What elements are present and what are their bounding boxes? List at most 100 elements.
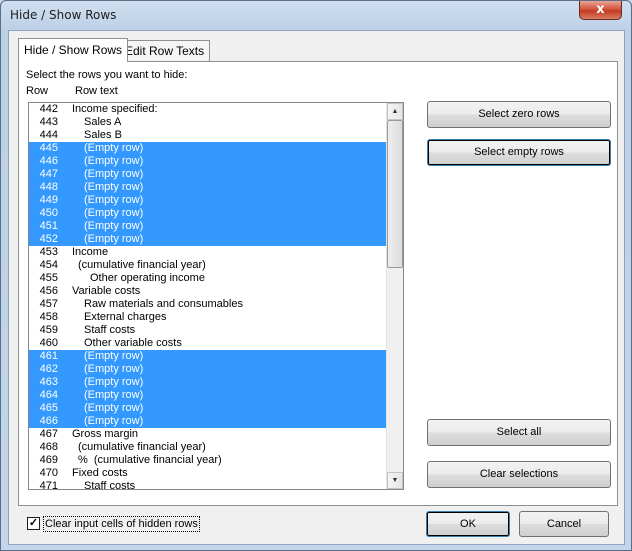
list-item[interactable]: 446 (Empty row) [29, 155, 387, 168]
list-item[interactable]: 458 External charges [29, 311, 387, 324]
tab-edit-row-texts[interactable]: Edit Row Texts [119, 40, 211, 62]
row-number: 454 [39, 259, 58, 271]
list-item[interactable]: 447 (Empty row) [29, 168, 387, 181]
row-text: (Empty row) [84, 389, 144, 401]
row-number: 467 [39, 428, 58, 440]
list-item[interactable]: 457 Raw materials and consumables [29, 298, 387, 311]
row-number: 452 [39, 233, 58, 245]
row-number: 466 [39, 415, 58, 427]
scroll-down-button[interactable]: ▼ [387, 472, 403, 489]
row-number: 448 [39, 181, 58, 193]
row-number: 470 [39, 467, 58, 479]
clear-input-cells-label[interactable]: Clear input cells of hidden rows [43, 516, 200, 532]
ok-button[interactable]: OK [426, 511, 510, 537]
list-item[interactable]: 445 (Empty row) [29, 142, 387, 155]
row-number: 444 [39, 129, 58, 141]
close-button[interactable]: x [579, 1, 622, 20]
list-item[interactable]: 465 (Empty row) [29, 402, 387, 415]
row-number: 450 [39, 207, 58, 219]
row-number: 456 [39, 285, 58, 297]
row-text: (Empty row) [84, 363, 144, 375]
row-number: 455 [39, 272, 58, 284]
list-item[interactable]: 459 Staff costs [29, 324, 387, 337]
list-item[interactable]: 452 (Empty row) [29, 233, 387, 246]
list-item[interactable]: 442 Income specified: [29, 103, 387, 116]
clear-selections-button[interactable]: Clear selections [427, 461, 611, 488]
clear-input-cells-checkbox[interactable]: ✓ [27, 517, 40, 530]
column-header-row-text: Row text [75, 85, 118, 97]
row-number: 465 [39, 402, 58, 414]
select-empty-rows-button[interactable]: Select empty rows [427, 139, 611, 166]
list-item[interactable]: 467 Gross margin [29, 428, 387, 441]
list-item[interactable]: 454 (cumulative financial year) [29, 259, 387, 272]
row-text: % (cumulative financial year) [78, 454, 222, 466]
select-zero-rows-button[interactable]: Select zero rows [427, 101, 611, 128]
row-text: (Empty row) [84, 415, 144, 427]
list-item[interactable]: 463 (Empty row) [29, 376, 387, 389]
list-item[interactable]: 448 (Empty row) [29, 181, 387, 194]
scroll-thumb[interactable] [387, 120, 403, 268]
row-text: Gross margin [72, 428, 139, 440]
row-text: Income [72, 246, 109, 258]
list-item[interactable]: 468 (cumulative financial year) [29, 441, 387, 454]
arrow-up-icon: ▲ [391, 108, 399, 115]
cancel-button[interactable]: Cancel [519, 511, 609, 537]
scroll-up-button[interactable]: ▲ [387, 103, 403, 120]
list-item[interactable]: 455 Other operating income [29, 272, 387, 285]
row-text: Staff costs [84, 480, 136, 490]
row-text: Sales B [84, 129, 122, 141]
row-number: 457 [39, 298, 58, 310]
list-item[interactable]: 443 Sales A [29, 116, 387, 129]
list-item[interactable]: 453 Income [29, 246, 387, 259]
list-item[interactable]: 451 (Empty row) [29, 220, 387, 233]
row-text: (Empty row) [84, 350, 144, 362]
row-number: 458 [39, 311, 58, 323]
list-item[interactable]: 444 Sales B [29, 129, 387, 142]
list-item[interactable]: 450 (Empty row) [29, 207, 387, 220]
arrow-down-icon: ▼ [391, 477, 399, 484]
select-all-button[interactable]: Select all [427, 419, 611, 446]
list-item[interactable]: 461 (Empty row) [29, 350, 387, 363]
row-text: External charges [84, 311, 167, 323]
row-text: (Empty row) [84, 376, 144, 388]
row-number: 459 [39, 324, 58, 336]
row-text: Staff costs [84, 324, 136, 336]
instruction-label: Select the rows you want to hide: [26, 69, 188, 81]
rows-list: 442 Income specified: 443 Sales A 444 Sales B… [29, 103, 387, 490]
row-number: 460 [39, 337, 58, 349]
row-number: 453 [39, 246, 58, 258]
row-number: 446 [39, 155, 58, 167]
row-text: (Empty row) [84, 402, 144, 414]
dialog-client-area: Hide / Show Rows Edit Row Texts Select t… [8, 30, 625, 545]
row-number: 447 [39, 168, 58, 180]
tab-hide-show-rows[interactable]: Hide / Show Rows [18, 38, 129, 62]
row-text: Other operating income [90, 272, 205, 284]
close-icon: x [596, 2, 605, 17]
row-number: 443 [39, 116, 58, 128]
row-number: 461 [39, 350, 58, 362]
column-header-row: Row [26, 85, 49, 97]
list-item[interactable]: 462 (Empty row) [29, 363, 387, 376]
row-number: 471 [39, 480, 58, 490]
row-text: Raw materials and consumables [84, 298, 243, 310]
row-text: (Empty row) [84, 194, 144, 206]
row-number: 449 [39, 194, 58, 206]
list-item[interactable]: 460 Other variable costs [29, 337, 387, 350]
row-text: (Empty row) [84, 181, 144, 193]
list-item[interactable]: 470 Fixed costs [29, 467, 387, 480]
list-item[interactable]: 456 Variable costs [29, 285, 387, 298]
list-item[interactable]: 471 Staff costs [29, 480, 387, 490]
list-item[interactable]: 469 % (cumulative financial year) [29, 454, 387, 467]
row-text: Other variable costs [84, 337, 182, 349]
title-bar[interactable]: Hide / Show Rows x [1, 1, 631, 31]
list-item[interactable]: 449 (Empty row) [29, 194, 387, 207]
list-item[interactable]: 464 (Empty row) [29, 389, 387, 402]
row-text: Fixed costs [72, 467, 128, 479]
list-item[interactable]: 466 (Empty row) [29, 415, 387, 428]
row-number: 464 [39, 389, 58, 401]
row-text: (Empty row) [84, 155, 144, 167]
rows-listbox[interactable]: 442 Income specified: 443 Sales A 444 Sales B… [28, 102, 404, 490]
row-number: 451 [39, 220, 58, 232]
window-title: Hide / Show Rows [10, 8, 117, 22]
vertical-scrollbar[interactable]: ▲ ▼ [386, 103, 403, 489]
